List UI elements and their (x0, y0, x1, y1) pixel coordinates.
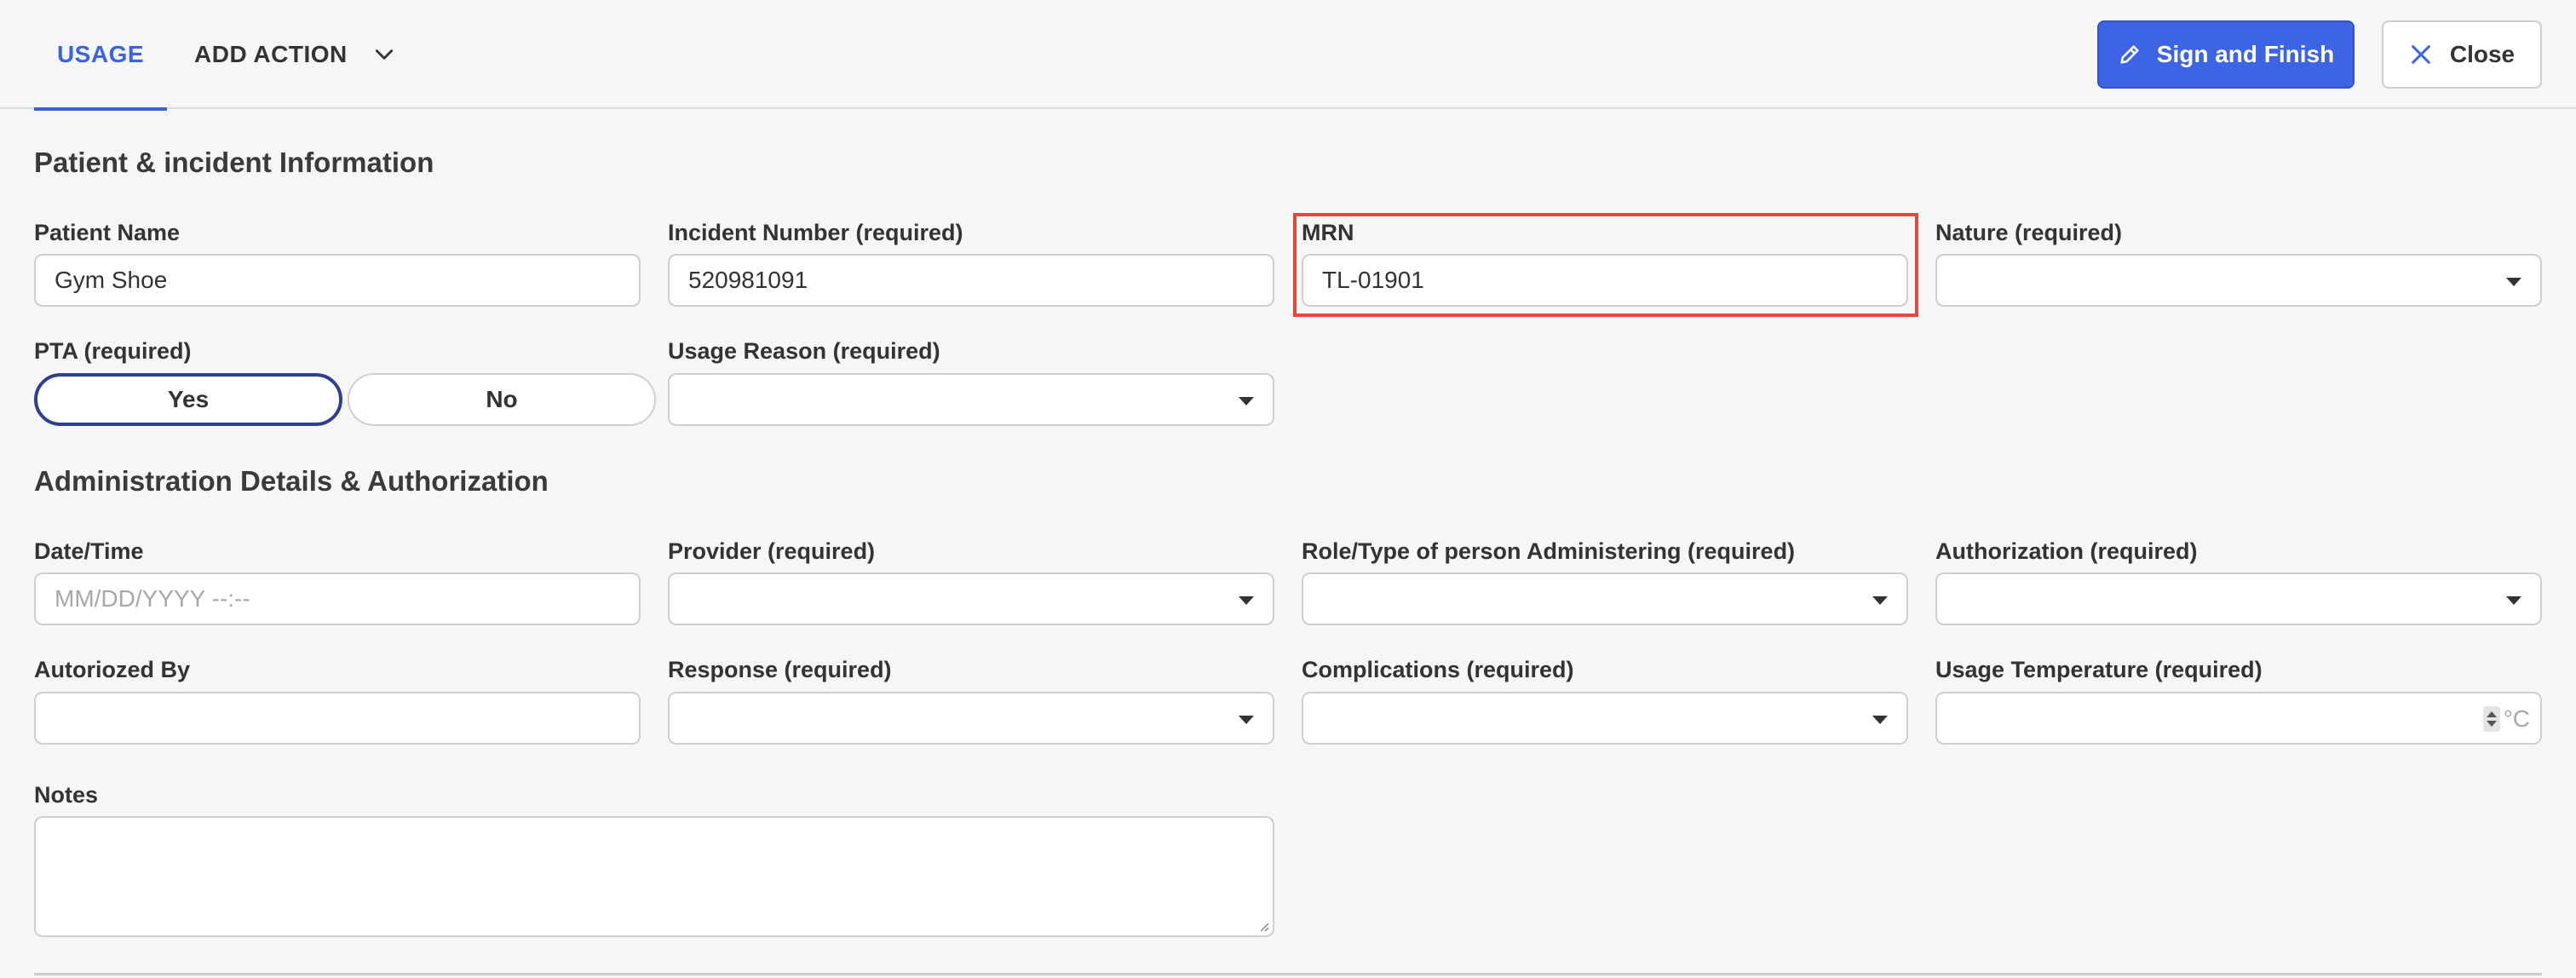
incident-number-label: Incident Number (required) (668, 220, 963, 245)
caret-down-icon (1239, 397, 1254, 406)
usage-reason-label: Usage Reason (required) (668, 338, 940, 364)
patient-name-value: Gym Shoe (55, 267, 168, 293)
mrn-input[interactable]: TL-01901 (1302, 254, 1908, 307)
tab-usage-label: USAGE (56, 41, 145, 67)
close-button[interactable]: Close (2382, 20, 2542, 89)
close-label: Close (2449, 41, 2516, 67)
temperature-unit: °C (2503, 705, 2530, 732)
tab-usage[interactable]: USAGE (34, 0, 167, 111)
caret-down-icon (1239, 596, 1254, 605)
nature-select[interactable] (1935, 254, 2542, 307)
admin-section-title: Administration Details & Authorization (34, 465, 549, 497)
tab-add-action[interactable]: ADD ACTION (194, 0, 399, 109)
caret-down-icon (1239, 716, 1254, 724)
date-time-label: Date/Time (34, 538, 144, 564)
complications-label: Complications (required) (1302, 657, 1574, 682)
patient-name-input[interactable]: Gym Shoe (34, 254, 641, 307)
nature-label: Nature (required) (1935, 220, 2123, 245)
response-select[interactable] (668, 692, 1274, 745)
pta-label: PTA (required) (34, 338, 192, 364)
incident-number-input[interactable]: 520981091 (668, 254, 1274, 307)
notes-textarea[interactable] (34, 816, 1274, 937)
close-icon (2412, 45, 2430, 64)
pen-icon (2120, 45, 2139, 64)
patient-name-label: Patient Name (34, 220, 181, 245)
sign-and-finish-button[interactable]: Sign and Finish (2097, 20, 2355, 89)
response-label: Response (required) (668, 657, 892, 682)
authorization-label: Authorization (required) (1935, 538, 2198, 564)
pta-no-button[interactable]: No (348, 373, 656, 426)
pta-yes-label: Yes (167, 386, 210, 412)
date-time-input[interactable]: MM/DD/YYYY --:-- (34, 572, 641, 625)
spinner-arrows-icon[interactable] (2482, 706, 2500, 732)
usage-temperature-input[interactable]: °C (1935, 692, 2542, 745)
sign-and-finish-label: Sign and Finish (2156, 41, 2335, 67)
tab-add-action-label: ADD ACTION (194, 41, 348, 67)
chevron-down-icon[interactable] (373, 43, 395, 66)
mrn-value: TL-01901 (1322, 267, 1424, 293)
authorization-select[interactable] (1935, 572, 2542, 625)
provider-select[interactable] (668, 572, 1274, 625)
role-type-select[interactable] (1302, 572, 1908, 625)
caret-down-icon (2506, 596, 2521, 605)
pta-yes-button[interactable]: Yes (34, 373, 342, 426)
authorized-by-label: Autoriozed By (34, 657, 191, 682)
caret-down-icon (2506, 278, 2521, 286)
caret-down-icon (1872, 716, 1888, 724)
usage-temperature-label: Usage Temperature (required) (1935, 657, 2263, 682)
resize-handle-icon[interactable] (1257, 920, 1269, 932)
usage-reason-select[interactable] (668, 373, 1274, 426)
caret-down-icon (1872, 596, 1888, 605)
authorized-by-input[interactable] (34, 692, 641, 745)
patient-section-title: Patient & incident Information (34, 147, 434, 178)
incident-number-value: 520981091 (688, 267, 808, 293)
section-divider (34, 973, 2542, 975)
notes-label: Notes (34, 782, 99, 808)
date-time-placeholder: MM/DD/YYYY --:-- (55, 585, 250, 612)
pta-no-label: No (486, 386, 518, 412)
mrn-label: MRN (1302, 220, 1354, 245)
top-bar: USAGE ADD ACTION Sign and Finish Close (0, 0, 2576, 111)
provider-label: Provider (required) (668, 538, 876, 564)
role-type-label: Role/Type of person Administering (requi… (1302, 538, 1796, 564)
complications-select[interactable] (1302, 692, 1908, 745)
temperature-spinner[interactable]: °C (2482, 705, 2530, 733)
